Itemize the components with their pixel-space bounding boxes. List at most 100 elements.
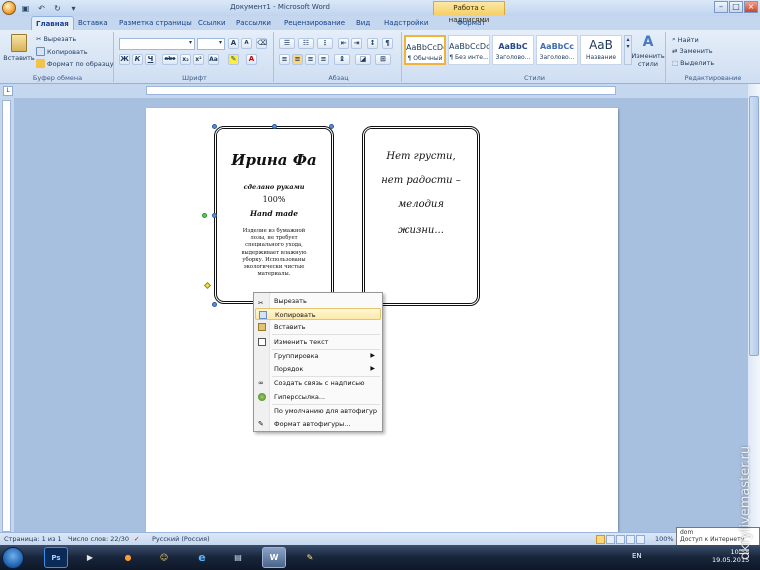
borders-button[interactable]: ⊞: [375, 54, 391, 65]
save-icon[interactable]: ▣: [19, 2, 32, 15]
textbox-label-2[interactable]: Нет грусти, нет радости – мелодия жизни.…: [362, 126, 480, 306]
bold-button[interactable]: Ж: [119, 54, 130, 65]
style-normal[interactable]: AaBbCcDc ¶ Обычный: [404, 35, 446, 65]
rotate-handle[interactable]: [202, 213, 207, 218]
selection-handle-n[interactable]: [272, 124, 277, 129]
print-layout-view-icon[interactable]: [596, 535, 605, 544]
font-size-combo[interactable]: ▾: [197, 38, 225, 50]
vertical-ruler[interactable]: [2, 100, 11, 532]
multilevel-list-button[interactable]: ⋮: [317, 38, 333, 49]
selection-handle-w[interactable]: [212, 213, 217, 218]
justify-button[interactable]: ≡: [318, 54, 329, 65]
selection-handle-ne[interactable]: [329, 124, 334, 129]
align-right-button[interactable]: ≡: [305, 54, 316, 65]
menu-item-format-autoshape[interactable]: ✎ Формат автофигуры...: [255, 418, 381, 430]
media-player-icon[interactable]: ▶: [78, 547, 102, 568]
language-indicator[interactable]: EN: [632, 552, 642, 560]
qat-customize-icon[interactable]: ▾: [67, 2, 80, 15]
replace-button[interactable]: ⇄ Заменить: [672, 47, 713, 55]
menu-item-grouping[interactable]: Группировка ▶: [255, 350, 381, 362]
menu-item-hyperlink[interactable]: Гиперссылка...: [255, 391, 381, 403]
tab-insert[interactable]: Вставка: [74, 16, 112, 30]
menu-item-cut[interactable]: ✂ Вырезать: [255, 295, 381, 307]
sort-button[interactable]: ↕: [367, 38, 378, 49]
tab-review[interactable]: Рецензирование: [280, 16, 349, 30]
status-words[interactable]: Число слов: 22/30: [68, 535, 129, 543]
close-button[interactable]: ×: [744, 1, 758, 13]
start-button[interactable]: [2, 547, 24, 569]
font-name-combo[interactable]: ▾: [119, 38, 195, 50]
undo-icon[interactable]: ↶: [35, 2, 48, 15]
web-view-icon[interactable]: [616, 535, 625, 544]
maximize-button[interactable]: □: [729, 1, 743, 13]
menu-item-edit-text[interactable]: Изменить текст: [255, 336, 381, 348]
find-button[interactable]: ⌕ Найти: [672, 35, 699, 44]
zoom-level[interactable]: 100%: [655, 535, 674, 543]
underline-button[interactable]: Ч: [145, 54, 156, 65]
paint-icon[interactable]: ✎: [298, 547, 322, 568]
decrease-indent-button[interactable]: ⇤: [338, 38, 349, 49]
menu-item-default-autoshape[interactable]: По умолчанию для автофигур: [255, 405, 381, 417]
tab-page-layout[interactable]: Разметка страницы: [115, 16, 196, 30]
photoshop-icon[interactable]: Ps: [44, 547, 68, 568]
horizontal-ruler[interactable]: [146, 86, 616, 95]
cut-button[interactable]: ✂ Вырезать: [36, 35, 76, 43]
tab-references[interactable]: Ссылки: [194, 16, 230, 30]
status-language[interactable]: Русский (Россия): [152, 535, 210, 543]
tab-format[interactable]: Формат: [453, 16, 489, 30]
full-screen-view-icon[interactable]: [606, 535, 615, 544]
menu-item-order[interactable]: Порядок ▶: [255, 363, 381, 375]
shrink-font-button[interactable]: A: [241, 38, 252, 49]
redo-icon[interactable]: ↻: [51, 2, 64, 15]
selection-handle-sw[interactable]: [212, 302, 217, 307]
subscript-button[interactable]: x₂: [180, 54, 191, 65]
textbox-label-1[interactable]: Ирина Фа сделано руками 100% Hand made И…: [214, 126, 334, 304]
status-page[interactable]: Страница: 1 из 1: [4, 535, 62, 543]
grow-font-button[interactable]: A: [228, 38, 239, 49]
media-play-icon[interactable]: ●: [116, 547, 140, 568]
copy-button[interactable]: Копировать: [36, 47, 88, 56]
clear-format-button[interactable]: ⌫: [256, 38, 267, 49]
line-spacing-button[interactable]: ↨: [334, 54, 350, 65]
style-heading1[interactable]: AaBbC Заголово...: [492, 35, 534, 65]
menu-item-copy[interactable]: Копировать: [255, 308, 381, 320]
draft-view-icon[interactable]: [636, 535, 645, 544]
style-title[interactable]: AaB Название: [580, 35, 622, 65]
align-center-button[interactable]: ≡: [292, 54, 303, 65]
tab-addins[interactable]: Надстройки: [380, 16, 432, 30]
tab-mailings[interactable]: Рассылки: [232, 16, 275, 30]
strikethrough-button[interactable]: abc: [162, 54, 178, 65]
menu-item-create-link[interactable]: ∞ Создать связь с надписью: [255, 377, 381, 389]
word-taskbar-icon[interactable]: W: [262, 547, 286, 568]
minimize-button[interactable]: –: [714, 1, 728, 13]
select-button[interactable]: ⬚ Выделить: [672, 59, 714, 67]
style-heading2[interactable]: AaBbCc Заголово...: [536, 35, 578, 65]
tab-home[interactable]: Главная: [31, 16, 74, 30]
change-case-button[interactable]: Aa: [208, 54, 219, 65]
selection-handle-nw[interactable]: [212, 124, 217, 129]
numbering-button[interactable]: ☷: [298, 38, 314, 49]
italic-button[interactable]: К: [132, 54, 143, 65]
paste-button[interactable]: Вставить: [3, 34, 35, 62]
change-styles-button[interactable]: A Изменить стили: [631, 34, 664, 68]
increase-indent-button[interactable]: ⇥: [351, 38, 362, 49]
style-no-spacing[interactable]: AaBbCcDc ¶ Без инте...: [448, 35, 490, 65]
messenger-icon[interactable]: ☺: [152, 547, 176, 568]
font-color-button[interactable]: A: [246, 54, 257, 65]
notepad-icon[interactable]: ▤: [226, 547, 250, 568]
tab-view[interactable]: Вид: [352, 16, 374, 30]
bullets-button[interactable]: ☰: [279, 38, 295, 49]
superscript-button[interactable]: x²: [193, 54, 204, 65]
align-left-button[interactable]: ≡: [279, 54, 290, 65]
internet-explorer-icon[interactable]: e: [190, 547, 214, 568]
tab-selector-button[interactable]: L: [3, 86, 13, 96]
scrollbar-thumb[interactable]: [749, 96, 759, 356]
outline-view-icon[interactable]: [626, 535, 635, 544]
office-button[interactable]: [2, 1, 16, 15]
menu-item-paste[interactable]: Вставить: [255, 321, 381, 333]
format-painter-button[interactable]: Формат по образцу: [36, 59, 114, 68]
shading-button[interactable]: ◪: [355, 54, 371, 65]
show-marks-button[interactable]: ¶: [382, 38, 393, 49]
highlight-color-button[interactable]: ✎: [228, 54, 239, 65]
proofing-icon[interactable]: ✓: [134, 535, 139, 543]
